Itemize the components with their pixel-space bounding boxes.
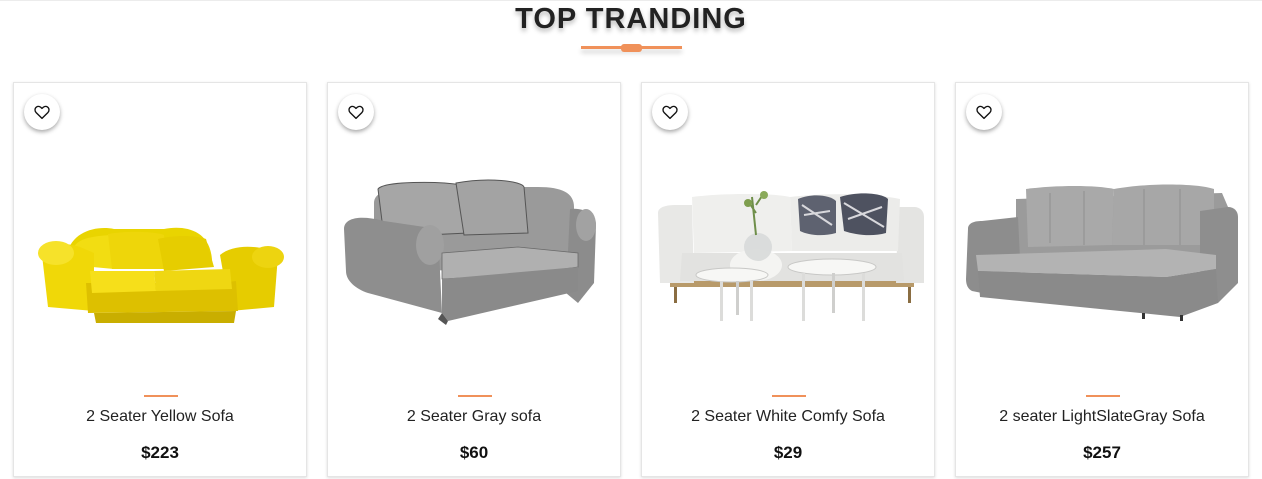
product-price: $29 <box>773 443 803 462</box>
section-title: TOP TRANDING <box>515 3 747 35</box>
product-name[interactable]: 2 Seater Yellow Sofa <box>14 408 306 426</box>
product-card[interactable]: 2 Seater White Comfy Sofa $29 <box>641 82 935 477</box>
product-price: $60 <box>459 443 489 462</box>
product-card[interactable]: 2 Seater Gray sofa $60 <box>327 82 621 477</box>
heart-outline-icon <box>976 105 992 120</box>
top-divider <box>0 0 1262 1</box>
product-image[interactable] <box>652 163 924 333</box>
heart-outline-icon <box>662 105 678 120</box>
product-card[interactable]: 2 seater LightSlateGray Sofa $257 <box>955 82 1249 477</box>
card-accent-line <box>772 395 806 397</box>
card-accent-line <box>144 395 178 397</box>
product-price: $223 <box>141 443 179 462</box>
product-name[interactable]: 2 Seater Gray sofa <box>328 408 620 426</box>
product-card[interactable]: 2 Seater Yellow Sofa $223 <box>13 82 307 477</box>
product-name[interactable]: 2 Seater White Comfy Sofa <box>642 408 934 426</box>
product-name[interactable]: 2 seater LightSlateGray Sofa <box>956 408 1248 426</box>
card-accent-line <box>1086 395 1120 397</box>
card-accent-line <box>458 395 492 397</box>
product-image[interactable] <box>966 163 1238 333</box>
wishlist-button[interactable] <box>338 94 374 130</box>
title-underline-dot <box>621 44 642 52</box>
heart-outline-icon <box>348 105 364 120</box>
wishlist-button[interactable] <box>24 94 60 130</box>
wishlist-button[interactable] <box>966 94 1002 130</box>
wishlist-button[interactable] <box>652 94 688 130</box>
product-image[interactable] <box>338 163 610 333</box>
heart-outline-icon <box>34 105 50 120</box>
product-image[interactable] <box>24 163 296 333</box>
product-price: $257 <box>1083 443 1121 462</box>
